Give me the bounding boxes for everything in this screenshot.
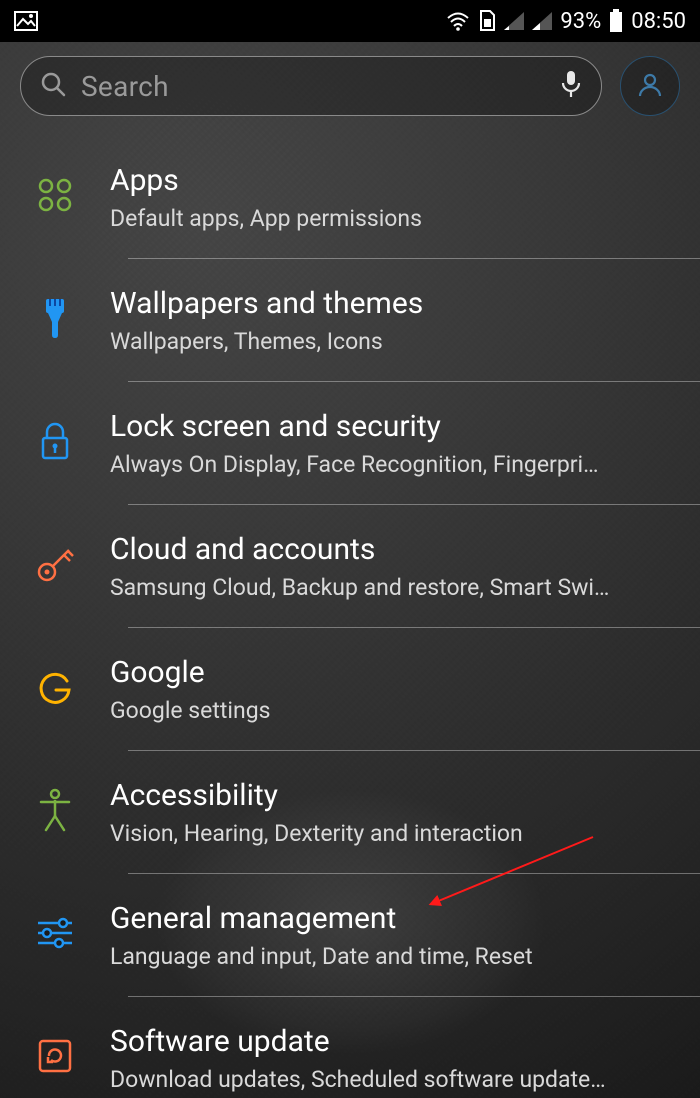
settings-item-lockscreen[interactable]: Lock screen and security Always On Displ… (0, 382, 700, 504)
settings-item-title: Wallpapers and themes (110, 286, 700, 322)
settings-list: Apps Default apps, App permissions (0, 128, 700, 1098)
settings-item-subtitle: Download updates, Scheduled software upd… (110, 1066, 650, 1093)
settings-item-subtitle: Samsung Cloud, Backup and restore, Smart… (110, 574, 650, 601)
search-icon (39, 70, 67, 102)
clock: 08:50 (631, 9, 686, 34)
mic-icon[interactable] (559, 69, 583, 103)
settings-item-subtitle: Vision, Hearing, Dexterity and interacti… (110, 820, 650, 847)
settings-item-subtitle: Always On Display, Face Recognition, Fin… (110, 451, 650, 478)
status-bar: 93% 08:50 (0, 0, 700, 42)
search-placeholder: Search (81, 70, 545, 103)
battery-icon (609, 9, 623, 33)
settings-item-subtitle: Wallpapers, Themes, Icons (110, 328, 650, 355)
settings-item-software-update[interactable]: Software update Download updates, Schedu… (0, 997, 700, 1098)
settings-item-apps[interactable]: Apps Default apps, App permissions (0, 136, 700, 258)
lock-icon (38, 420, 72, 466)
settings-item-title: Apps (110, 163, 700, 199)
key-icon (34, 543, 76, 589)
settings-item-subtitle: Default apps, App permissions (110, 205, 650, 232)
search-input[interactable]: Search (20, 56, 602, 116)
settings-item-title: Software update (110, 1024, 700, 1060)
settings-item-cloud[interactable]: Cloud and accounts Samsung Cloud, Backup… (0, 505, 700, 627)
sim-icon (478, 10, 496, 32)
settings-item-subtitle: Language and input, Date and time, Reset (110, 943, 650, 970)
settings-item-subtitle: Google settings (110, 697, 650, 724)
settings-item-title: Cloud and accounts (110, 532, 700, 568)
google-icon (36, 668, 74, 710)
profile-button[interactable] (620, 56, 680, 116)
accessibility-icon (37, 788, 73, 836)
settings-item-wallpapers[interactable]: Wallpapers and themes Wallpapers, Themes… (0, 259, 700, 381)
settings-item-title: General management (110, 901, 700, 937)
signal-2-icon (532, 12, 552, 30)
profile-icon (635, 69, 665, 103)
apps-icon (36, 176, 74, 218)
settings-item-title: Lock screen and security (110, 409, 700, 445)
settings-item-accessibility[interactable]: Accessibility Vision, Hearing, Dexterity… (0, 751, 700, 873)
wifi-icon (446, 11, 470, 31)
battery-percent: 93% (560, 9, 601, 34)
screenshot-icon (14, 11, 38, 31)
paintbrush-icon (38, 297, 72, 343)
settings-item-title: Google (110, 655, 700, 691)
settings-item-general-management[interactable]: General management Language and input, D… (0, 874, 700, 996)
update-icon (37, 1038, 73, 1078)
signal-1-icon (504, 12, 524, 30)
settings-item-google[interactable]: Google Google settings (0, 628, 700, 750)
sliders-icon (35, 916, 75, 954)
settings-item-title: Accessibility (110, 778, 700, 814)
